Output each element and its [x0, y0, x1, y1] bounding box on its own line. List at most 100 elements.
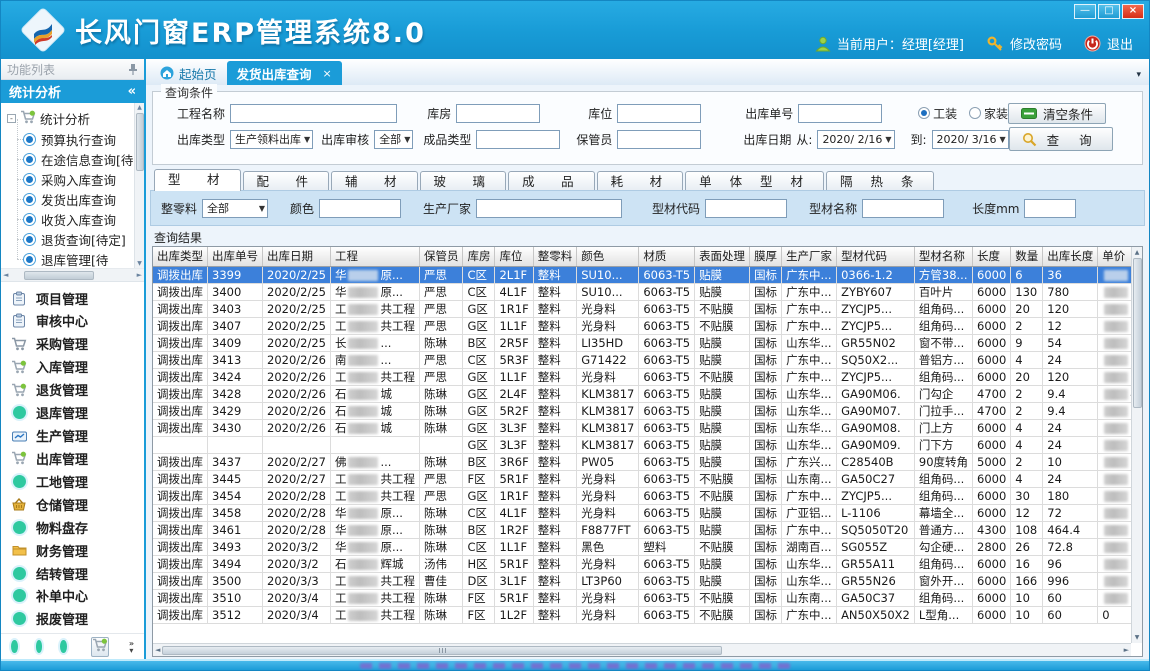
scroll-thumb[interactable] [162, 646, 722, 655]
table-cell[interactable]: 2020/3/4 [263, 589, 331, 606]
table-cell[interactable]: 勾企硬... [914, 538, 972, 555]
table-cell[interactable]: 国标 [750, 589, 782, 606]
mfr-input[interactable] [476, 199, 622, 218]
table-cell[interactable]: 整料 [533, 351, 577, 368]
table-cell[interactable]: 严思 [419, 351, 463, 368]
table-cell[interactable]: 门上方 [914, 419, 972, 436]
table-cell[interactable]: 山东华... [782, 334, 837, 351]
table-row[interactable]: 调拨出库33992020/2/25华原...严思C区2L1F整料SU10...6… [153, 266, 1131, 283]
table-cell[interactable]: 调拨出库 [153, 470, 208, 487]
table-cell[interactable]: 工共工程 [330, 368, 419, 385]
table-cell[interactable]: 6000 [973, 487, 1011, 504]
table-cell[interactable]: 广东中... [782, 317, 837, 334]
table-cell[interactable]: 石城 [330, 385, 419, 402]
table-cell[interactable]: 不贴膜 [695, 487, 750, 504]
table-cell[interactable]: 9.4 [1043, 385, 1098, 402]
table-cell[interactable]: 1R1F [495, 487, 533, 504]
table-cell[interactable]: 国标 [750, 606, 782, 623]
table-cell[interactable]: 山东华... [782, 402, 837, 419]
table-cell[interactable]: 2020/3/2 [263, 538, 331, 555]
table-cell[interactable]: 5R1F [495, 555, 533, 572]
table-cell[interactable]: 工共工程 [330, 572, 419, 589]
scroll-down-icon[interactable]: ▼ [137, 260, 142, 267]
table-cell[interactable]: 陈琳 [419, 334, 463, 351]
table-cell[interactable]: 3413 [208, 351, 263, 368]
table-cell[interactable]: ZYCJP5... [837, 487, 915, 504]
scroll-right-icon[interactable]: ► [1124, 646, 1129, 654]
table-cell[interactable]: 山东南... [782, 470, 837, 487]
table-cell[interactable]: 广东中... [782, 283, 837, 300]
table-cell[interactable]: 国标 [750, 300, 782, 317]
table-cell[interactable]: 组角码... [914, 589, 972, 606]
column-header[interactable]: 颜色 [577, 247, 639, 266]
table-cell[interactable]: 山东南... [782, 589, 837, 606]
table-cell[interactable]: 国标 [750, 351, 782, 368]
table-cell[interactable]: 180 [1043, 487, 1098, 504]
table-cell[interactable] [419, 436, 463, 453]
table-cell[interactable]: 60 [1043, 606, 1098, 623]
table-cell[interactable]: 调拨出库 [153, 487, 208, 504]
table-cell[interactable]: 塑料 [639, 538, 695, 555]
table-cell[interactable]: 湖南百... [782, 538, 837, 555]
column-header[interactable]: 膜厚 [750, 247, 782, 266]
column-header[interactable]: 保管员 [419, 247, 463, 266]
table-cell[interactable]: 整料 [533, 538, 577, 555]
table-cell[interactable] [1098, 300, 1131, 317]
table-cell[interactable]: 普通方... [914, 521, 972, 538]
table-cell[interactable]: 1L2F [495, 606, 533, 623]
table-cell[interactable]: 贴膜 [695, 555, 750, 572]
table-cell[interactable]: 6063-T5 [639, 317, 695, 334]
table-cell[interactable]: 陈琳 [419, 538, 463, 555]
table-cell[interactable]: 6000 [973, 419, 1011, 436]
table-cell[interactable]: 工共工程 [330, 589, 419, 606]
table-cell[interactable]: 4L1F [495, 283, 533, 300]
table-cell[interactable]: G区 [463, 487, 495, 504]
table-cell[interactable]: 708 [1098, 266, 1131, 283]
table-cell[interactable]: G区 [463, 402, 495, 419]
table-cell[interactable]: G71422 [577, 351, 639, 368]
table-cell[interactable]: 6000 [973, 470, 1011, 487]
tree-item[interactable]: 退库管理[待 [7, 249, 132, 269]
table-cell[interactable]: 0366-1.2 [837, 266, 915, 283]
table-cell[interactable]: 调拨出库 [153, 572, 208, 589]
table-cell[interactable] [1098, 487, 1131, 504]
table-cell[interactable]: 4 [1011, 470, 1043, 487]
sidebar-item-审核中心[interactable]: 审核中心 [11, 311, 142, 331]
table-cell[interactable]: 华原... [330, 521, 419, 538]
table-cell[interactable]: 12 [1043, 317, 1098, 334]
table-cell[interactable]: 6000 [973, 436, 1011, 453]
table-cell[interactable]: 贴膜 [695, 436, 750, 453]
tree-expander-icon[interactable]: - [7, 114, 16, 123]
table-cell[interactable]: KLM3817 [577, 419, 639, 436]
table-cell[interactable]: 6000 [973, 555, 1011, 572]
table-cell[interactable]: 6000 [973, 504, 1011, 521]
table-cell[interactable]: 光身料 [577, 300, 639, 317]
column-header[interactable]: 生产厂家 [782, 247, 837, 266]
table-cell[interactable]: G区 [463, 385, 495, 402]
table-cell[interactable] [1098, 470, 1131, 487]
table-cell[interactable]: 4700 [973, 385, 1011, 402]
table-cell[interactable]: G区 [463, 368, 495, 385]
table-cell[interactable]: 6000 [973, 317, 1011, 334]
table-cell[interactable]: 调拨出库 [153, 334, 208, 351]
tree-horizontal-scrollbar[interactable]: ◄ ► [1, 269, 144, 282]
table-cell[interactable]: 整料 [533, 385, 577, 402]
table-cell[interactable]: 20 [1011, 300, 1043, 317]
table-cell[interactable]: 10 [1043, 453, 1098, 470]
table-cell[interactable]: 3L3F [495, 436, 533, 453]
table-cell[interactable]: GA50C27 [837, 470, 915, 487]
table-cell[interactable]: 2020/2/28 [263, 521, 331, 538]
table-cell[interactable]: 3461 [208, 521, 263, 538]
table-cell[interactable]: 2 [1011, 402, 1043, 419]
sidebar-item-退库管理[interactable]: 退库管理 [11, 403, 142, 423]
table-cell[interactable]: 6063-T5 [639, 555, 695, 572]
table-cell[interactable]: 3 [1098, 283, 1131, 300]
column-header[interactable]: 库房 [463, 247, 495, 266]
table-cell[interactable]: 306 [1098, 521, 1131, 538]
table-cell[interactable]: 整料 [533, 572, 577, 589]
table-cell[interactable]: SU10... [577, 283, 639, 300]
table-cell[interactable]: 3454 [208, 487, 263, 504]
table-cell[interactable]: 广东中... [782, 351, 837, 368]
table-cell[interactable]: SU10... [577, 266, 639, 283]
table-cell[interactable]: 广东兴... [782, 453, 837, 470]
